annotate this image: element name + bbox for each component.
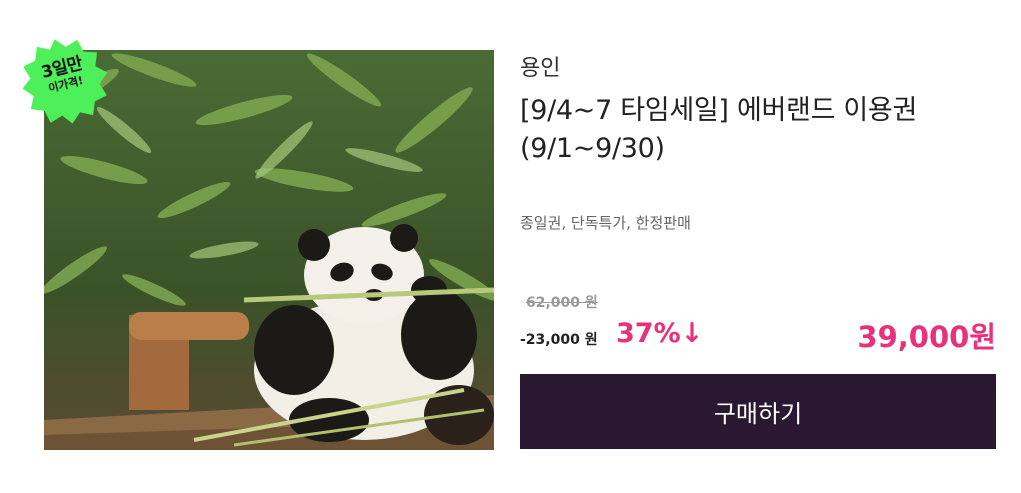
sale-price: 39,000원	[857, 320, 996, 354]
buy-button[interactable]: 구매하기	[520, 374, 996, 449]
product-tags: 종일권, 단독특가, 한정판매	[520, 214, 691, 232]
discount-rate: 37%↓	[616, 318, 704, 349]
product-location: 용인	[520, 56, 561, 81]
original-price: 62,000 원	[526, 295, 598, 311]
discount-amount: -23,000 원	[520, 332, 598, 348]
product-title[interactable]: [9/4~7 타임세일] 에버랜드 이용권(9/1~9/30)	[520, 92, 996, 168]
